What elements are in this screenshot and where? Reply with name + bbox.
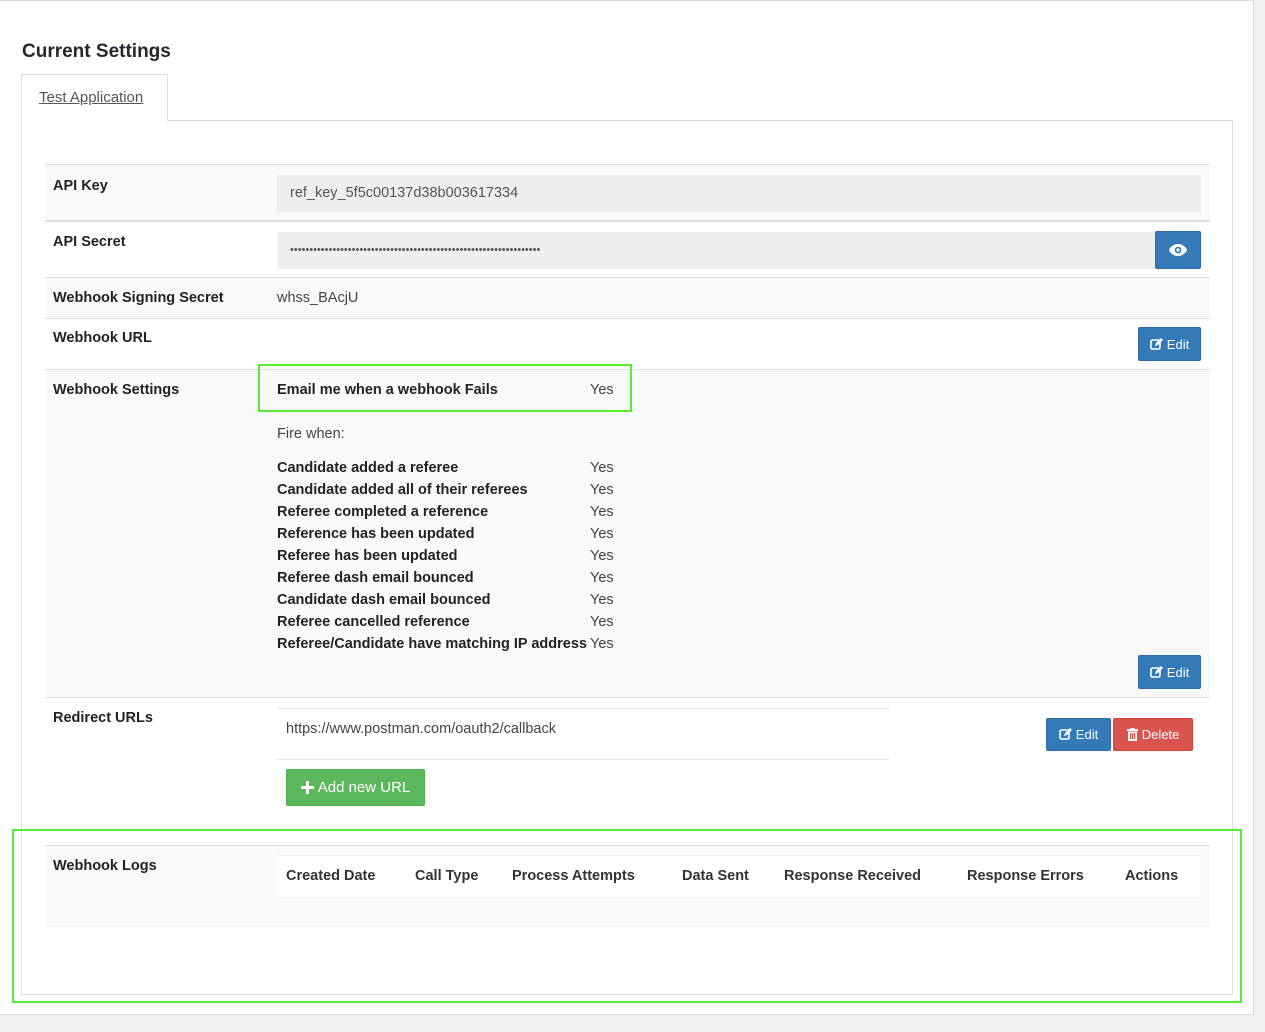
webhook-signing-secret-value: whss_BAcjU [277,290,359,306]
tab-label[interactable]: Test Application [39,89,143,106]
event-label: Candidate dash email bounced [277,592,491,608]
event-label: Candidate added all of their referees [277,482,528,498]
event-label: Referee cancelled reference [277,614,470,630]
edit-label: Edit [1075,727,1099,742]
api-key-row: API Key ref_key_5f5c00137d38b003617334 [45,164,1210,221]
webhook-url-edit-button[interactable]: Edit [1138,327,1201,361]
redirect-url-item: https://www.postman.com/oauth2/callback [277,708,889,760]
webhook-settings-label: Webhook Settings [53,382,180,398]
redirect-urls-row: Redirect URLs https://www.postman.com/oa… [45,697,1210,845]
redirect-url-value: https://www.postman.com/oauth2/callback [286,721,556,737]
edit-icon [1149,665,1163,678]
webhook-url-row: Webhook URL Edit [45,318,1210,370]
edit-icon [1149,337,1163,350]
event-value: Yes [590,614,614,630]
event-label: Referee completed a reference [277,504,489,520]
event-value: Yes [590,592,614,608]
add-new-url-label: Add new URL [317,779,411,796]
edit-label: Edit [1166,336,1190,352]
trash-icon [1126,728,1138,741]
eye-icon [1169,244,1187,256]
delete-label: Delete [1141,727,1180,742]
event-label: Candidate added a referee [277,460,459,476]
api-secret-label: API Secret [53,234,126,250]
event-value: Yes [590,548,614,564]
webhook-logs-highlight [12,829,1242,1003]
event-label: Referee has been updated [277,548,458,564]
redirect-url-edit-button[interactable]: Edit [1046,718,1111,751]
event-value: Yes [590,570,614,586]
event-value: Yes [590,526,614,542]
event-value: Yes [590,636,614,652]
redirect-urls-label: Redirect URLs [53,710,153,726]
email-setting-highlight [258,364,632,412]
api-secret-field[interactable]: ••••••••••••••••••••••••••••••••••••••••… [277,232,1155,269]
add-new-url-button[interactable]: Add new URL [286,769,425,806]
plus-icon [300,781,314,794]
edit-label: Edit [1166,664,1190,680]
event-value: Yes [590,504,614,520]
event-value: Yes [590,482,614,498]
webhook-settings-edit-button[interactable]: Edit [1138,655,1201,689]
event-label: Referee dash email bounced [277,570,474,586]
webhook-signing-secret-row: Webhook Signing Secret whss_BAcjU [45,277,1210,319]
api-key-field[interactable]: ref_key_5f5c00137d38b003617334 [277,175,1201,212]
edit-icon [1058,728,1072,740]
event-label: Referee/Candidate have matching IP addre… [277,636,587,652]
event-value: Yes [590,460,614,476]
api-key-label: API Key [53,178,108,194]
fire-when-label: Fire when: [277,426,345,442]
tab-test-application[interactable]: Test Application [21,74,168,121]
api-secret-row: API Secret •••••••••••••••••••••••••••••… [45,220,1210,277]
event-label: Reference has been updated [277,526,475,542]
webhook-signing-secret-label: Webhook Signing Secret [53,290,224,306]
reveal-secret-button[interactable] [1155,231,1201,269]
page-title: Current Settings [22,41,171,62]
webhook-url-label: Webhook URL [53,330,152,346]
webhook-settings-row: Webhook Settings Email me when a webhook… [45,369,1210,697]
redirect-url-delete-button[interactable]: Delete [1113,718,1193,751]
